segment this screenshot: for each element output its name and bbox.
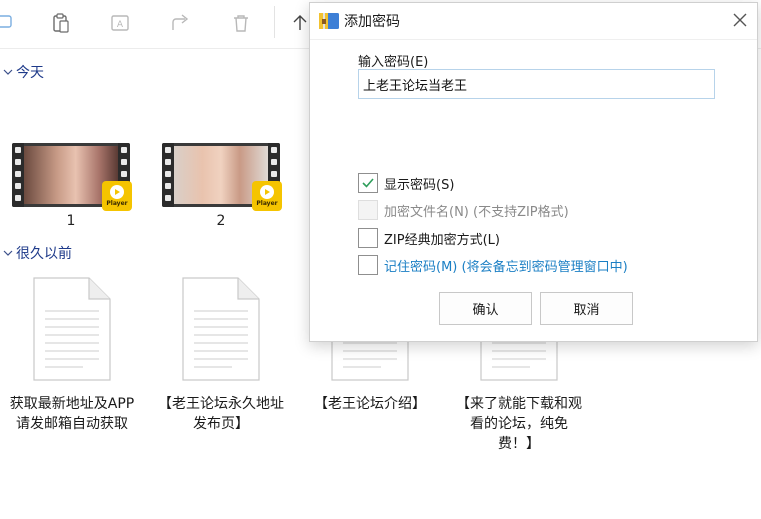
encrypt-filenames-checkbox-row: 加密文件名(N) (不支持ZIP格式) bbox=[358, 200, 569, 220]
show-password-checkbox[interactable] bbox=[358, 173, 378, 193]
delete-icon[interactable] bbox=[228, 10, 254, 36]
zip-legacy-checkbox[interactable] bbox=[358, 228, 378, 248]
toolbar-separator bbox=[274, 6, 275, 38]
show-password-label: 显示密码(S) bbox=[384, 177, 455, 193]
close-icon[interactable] bbox=[731, 11, 749, 29]
video-file-item[interactable]: Player 1 bbox=[0, 143, 132, 233]
document-file-item[interactable]: 获取最新地址及APP请发邮箱自动获取 bbox=[7, 277, 137, 457]
player-icon: Player bbox=[252, 181, 282, 211]
confirm-button[interactable]: 确认 bbox=[439, 292, 532, 325]
archive-app-icon bbox=[318, 10, 340, 32]
video-file-name: 2 bbox=[216, 213, 226, 229]
document-file-name: 获取最新地址及APP请发邮箱自动获取 bbox=[9, 396, 135, 432]
zip-legacy-label: ZIP经典加密方式(L) bbox=[384, 232, 500, 248]
group-header-long-ago[interactable]: 很久以前 bbox=[0, 243, 72, 263]
remember-password-checkbox-row[interactable]: 记住密码(M) (将会备忘到密码管理窗口中) bbox=[358, 255, 628, 275]
video-file-item[interactable]: Player 2 bbox=[150, 143, 282, 233]
zip-legacy-checkbox-row[interactable]: ZIP经典加密方式(L) bbox=[358, 228, 500, 248]
chevron-down-icon bbox=[0, 67, 16, 77]
share-icon[interactable] bbox=[168, 10, 194, 36]
password-label: 输入密码(E) bbox=[358, 55, 429, 70]
remember-password-label[interactable]: 记住密码(M) (将会备忘到密码管理窗口中) bbox=[384, 256, 628, 275]
encrypt-filenames-label: 加密文件名(N) (不支持ZIP格式) bbox=[384, 204, 569, 220]
encrypt-filenames-checkbox bbox=[358, 200, 378, 220]
dialog-title-bar: 添加密码 bbox=[310, 3, 757, 39]
document-file-name: 【来了就能下载和观看的论坛，纯免费！】 bbox=[456, 396, 582, 452]
remember-password-checkbox[interactable] bbox=[358, 255, 378, 275]
paste-icon[interactable] bbox=[48, 10, 74, 36]
document-file-item[interactable]: 【老王论坛永久地址发布页】 bbox=[156, 277, 286, 457]
password-input[interactable] bbox=[358, 69, 715, 99]
title-divider bbox=[310, 39, 757, 40]
player-icon: Player bbox=[102, 181, 132, 211]
add-password-dialog: 添加密码 输入密码(E) 显示密码(S) 加密文件名(N) (不支持ZIP格式)… bbox=[309, 2, 758, 342]
chevron-down-icon bbox=[0, 248, 16, 258]
group-title: 今天 bbox=[16, 65, 44, 81]
show-password-checkbox-row[interactable]: 显示密码(S) bbox=[358, 173, 454, 193]
group-header-today[interactable]: 今天 bbox=[0, 62, 44, 82]
rename-icon[interactable]: A bbox=[108, 10, 134, 36]
document-file-name: 【老王论坛永久地址发布页】 bbox=[158, 396, 284, 432]
dialog-title: 添加密码 bbox=[344, 14, 400, 30]
document-file-name: 【老王论坛介绍】 bbox=[314, 396, 426, 412]
cancel-button[interactable]: 取消 bbox=[540, 292, 633, 325]
svg-text:A: A bbox=[117, 20, 124, 30]
video-file-name: 1 bbox=[66, 213, 76, 229]
text-document-icon bbox=[33, 277, 111, 381]
chat-icon[interactable] bbox=[0, 10, 18, 36]
text-document-icon bbox=[182, 277, 260, 381]
group-title: 很久以前 bbox=[16, 246, 72, 262]
